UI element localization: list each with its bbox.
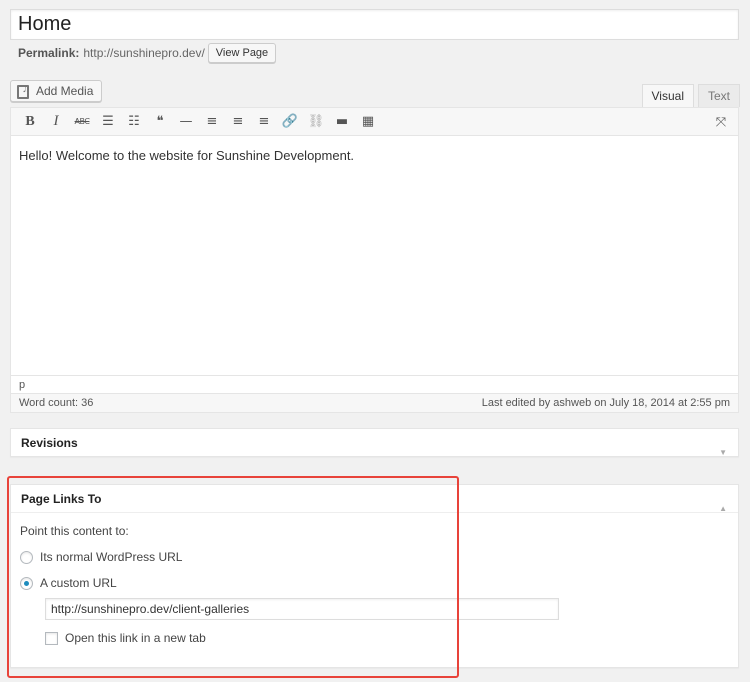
- editor-path: p: [11, 375, 738, 393]
- revisions-box[interactable]: Revisions ▼: [10, 428, 739, 457]
- new-tab-checkbox[interactable]: [45, 631, 58, 645]
- align-right-icon[interactable]: ≡: [251, 111, 277, 133]
- editor-content[interactable]: Hello! Welcome to the website for Sunshi…: [11, 136, 738, 375]
- view-page-button[interactable]: View Page: [207, 43, 277, 63]
- tab-text[interactable]: Text: [697, 84, 740, 107]
- radio-custom-url[interactable]: [20, 576, 33, 590]
- fullscreen-icon[interactable]: ⤧: [708, 111, 734, 133]
- option-normal-row[interactable]: Its normal WordPress URL: [20, 549, 729, 565]
- collapse-arrow-icon[interactable]: ▲: [719, 495, 727, 523]
- permalink-row: Permalink: http://sunshinepro.dev/ View …: [18, 43, 277, 63]
- revisions-title: Revisions: [21, 436, 78, 450]
- add-media-button[interactable]: Add Media: [10, 80, 103, 102]
- option-custom-label[interactable]: A custom URL: [40, 576, 117, 590]
- blockquote-icon[interactable]: ❝: [147, 111, 173, 133]
- new-tab-label[interactable]: Open this link in a new tab: [65, 631, 206, 645]
- align-center-icon[interactable]: ≡: [225, 111, 251, 133]
- post-title-input[interactable]: [10, 9, 739, 40]
- media-icon: [17, 83, 31, 99]
- numbered-list-icon[interactable]: ☷: [121, 111, 147, 133]
- page-links-to-title: Page Links To: [21, 492, 102, 506]
- editor-tabs: Visual Text: [638, 84, 740, 107]
- new-tab-row[interactable]: Open this link in a new tab: [20, 630, 729, 646]
- word-count: Word count: 36: [19, 397, 94, 409]
- option-custom-row[interactable]: A custom URL: [20, 575, 729, 591]
- page-links-to-header[interactable]: Page Links To ▲: [11, 485, 738, 513]
- bullet-list-icon[interactable]: ☰: [95, 111, 121, 133]
- editor: B I ABC ☰ ☷ ❝ — ≡ ≡ ≡ 🔗 ⛓ ▬ ▦ ⤧ Hello! W…: [10, 107, 739, 413]
- add-media-label: Add Media: [36, 84, 94, 98]
- revisions-header[interactable]: Revisions ▼: [11, 429, 738, 457]
- radio-normal-url[interactable]: [20, 550, 33, 564]
- custom-url-input[interactable]: [45, 598, 559, 620]
- last-edited: Last edited by ashweb on July 18, 2014 a…: [481, 397, 730, 409]
- strikethrough-icon[interactable]: ABC: [69, 111, 95, 133]
- link-icon[interactable]: 🔗: [277, 111, 303, 133]
- read-more-icon[interactable]: ▬: [329, 111, 355, 133]
- bold-icon[interactable]: B: [17, 111, 43, 133]
- prompt-row: Point this content to:: [20, 523, 729, 539]
- point-content-label: Point this content to:: [20, 524, 129, 538]
- italic-icon[interactable]: I: [43, 111, 69, 133]
- editor-toolbar: B I ABC ☰ ☷ ❝ — ≡ ≡ ≡ 🔗 ⛓ ▬ ▦ ⤧: [11, 108, 738, 136]
- permalink-label: Permalink:: [18, 46, 80, 60]
- expand-arrow-icon[interactable]: ▼: [719, 439, 727, 467]
- unlink-icon[interactable]: ⛓: [303, 111, 329, 133]
- page-links-to-body: Point this content to: Its normal WordPr…: [11, 513, 738, 666]
- toolbar-toggle-icon[interactable]: ▦: [355, 111, 381, 133]
- horizontal-rule-icon[interactable]: —: [173, 111, 199, 133]
- option-normal-label[interactable]: Its normal WordPress URL: [40, 550, 182, 564]
- align-left-icon[interactable]: ≡: [199, 111, 225, 133]
- editor-status-bar: Word count: 36 Last edited by ashweb on …: [11, 393, 738, 412]
- page-links-to-box: Page Links To ▲ Point this content to: I…: [10, 484, 739, 668]
- tab-visual[interactable]: Visual: [641, 84, 694, 107]
- permalink-url[interactable]: http://sunshinepro.dev/: [83, 46, 204, 60]
